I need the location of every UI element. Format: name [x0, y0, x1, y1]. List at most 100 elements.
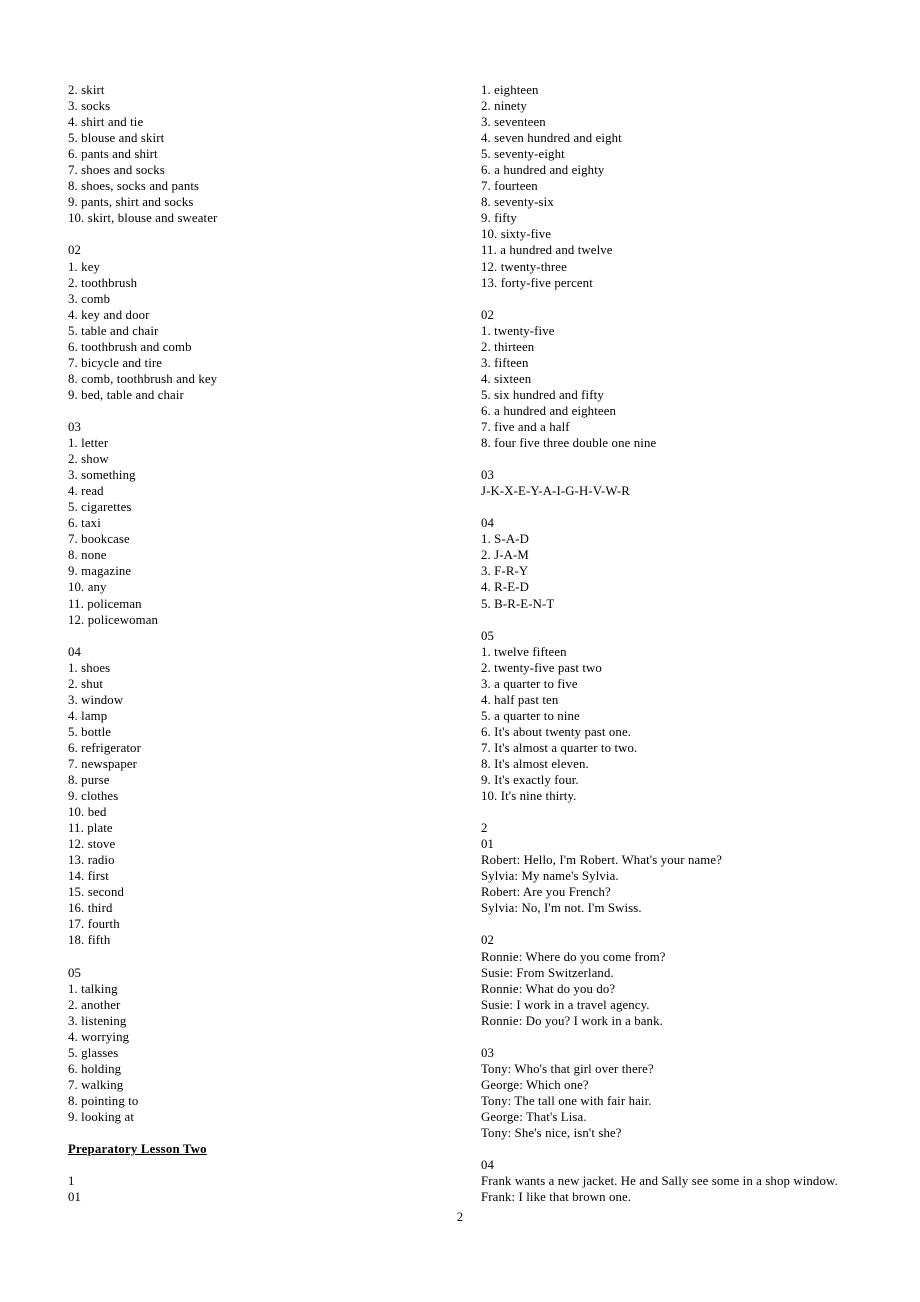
left-column-line: 7. bookcase: [68, 532, 130, 547]
right-column-line: George: Which one?: [481, 1077, 589, 1092]
right-column-line: 5. B-R-E-N-T: [481, 596, 555, 611]
right-column-line: 4. R-E-D: [481, 580, 529, 595]
right-column-line: 5. seventy-eight: [481, 147, 565, 162]
left-column-line: 2. toothbrush: [68, 275, 138, 290]
left-column-spacer: [68, 403, 463, 419]
right-column-line: 01: [481, 837, 495, 852]
right-column-spacer: [481, 612, 886, 628]
left-column-line: 12. policewoman: [68, 612, 159, 627]
left-column-line: 1. talking: [68, 981, 118, 996]
right-column-line: 04: [481, 516, 495, 531]
right-column-line: George: That's Lisa.: [481, 1110, 587, 1124]
right-column-line: Sylvia: No, I'm not. I'm Swiss.: [481, 901, 642, 916]
left-column-line: 10. skirt, blouse and sweater: [68, 211, 218, 226]
left-column-spacer: [68, 226, 463, 242]
right-text-column: 1. eighteen 2. ninety 3. seventeen 4. seven…: [481, 82, 886, 1205]
right-column-line: 7. It's almost a quarter to two.: [481, 740, 638, 755]
left-column-line: 7. newspaper: [68, 756, 138, 771]
left-column-line: 4. key and door: [68, 307, 150, 322]
right-column-line: 13. forty-five percent: [481, 275, 593, 290]
right-column-line: Tony: She's nice, isn't she?: [481, 1126, 622, 1141]
right-column-line: 5. six hundred and fifty: [481, 387, 604, 402]
left-column-line: 15. second: [68, 885, 125, 900]
left-column-line: 3. something: [68, 468, 136, 483]
right-column-line: 2. thirteen: [481, 339, 535, 354]
right-column-line: Frank: I like that brown one.: [481, 1190, 632, 1205]
left-column-line: 13. radio: [68, 853, 115, 868]
left-column-line: 14. first: [68, 869, 109, 884]
left-column-line: 2. skirt: [68, 83, 105, 97]
right-column-line: Susie: From Switzerland.: [481, 965, 614, 980]
right-column-line: Ronnie: Where do you come from?: [481, 949, 666, 964]
left-column-line: 5. glasses: [68, 1045, 119, 1060]
right-column-spacer: [481, 499, 886, 515]
right-column-line: 3. a quarter to five: [481, 676, 578, 691]
right-column-line: 2. J-A-M: [481, 548, 529, 563]
left-column-line: 9. pants, shirt and socks: [68, 195, 194, 210]
right-column-line: Robert: Are you French?: [481, 885, 611, 900]
left-column-line: 2. show: [68, 452, 109, 467]
left-column-line: 7. shoes and socks: [68, 163, 165, 178]
right-column-line: 03: [481, 1045, 495, 1060]
left-column-spacer: [68, 949, 463, 965]
left-column-line: 05: [68, 965, 82, 980]
right-column-line: Ronnie: Do you? I work in a bank.: [481, 1013, 663, 1028]
left-column-line: 3. listening: [68, 1013, 127, 1028]
left-column-spacer: [68, 628, 463, 644]
right-column-line: 3. F-R-Y: [481, 564, 529, 579]
right-column-line: 04: [481, 1158, 495, 1173]
left-column-line: 01: [68, 1190, 82, 1205]
right-column-line: 6. It's about twenty past one.: [481, 724, 632, 739]
left-column-line: 11. policeman: [68, 596, 142, 611]
left-column-line: 1. letter: [68, 436, 109, 451]
right-column-line: 1. S-A-D: [481, 532, 529, 547]
right-column-line: 6. a hundred and eighty: [481, 163, 605, 178]
right-column-line: Sylvia: My name's Sylvia.: [481, 869, 619, 884]
left-column-line: 02: [68, 243, 82, 258]
right-column-line: 2. twenty-five past two: [481, 660, 602, 675]
left-column-line: 2. another: [68, 997, 121, 1012]
right-column-spacer: [481, 916, 886, 932]
right-column-line: 5. a quarter to nine: [481, 708, 580, 723]
left-column-line: 11. plate: [68, 821, 113, 836]
right-column-line: 1. twenty-five: [481, 323, 555, 338]
left-column-line: 3. window: [68, 692, 124, 707]
right-column-line: 4. seven hundred and eight: [481, 131, 622, 146]
left-column-line: 6. pants and shirt: [68, 147, 158, 162]
left-column-line: 5. table and chair: [68, 323, 159, 338]
left-column-line: 8. purse: [68, 773, 110, 788]
left-column-line: 8. comb, toothbrush and key: [68, 371, 218, 386]
right-column-line: 1. eighteen: [481, 83, 539, 97]
left-column-line: 3. socks: [68, 99, 111, 114]
left-column-line: 9. bed, table and chair: [68, 387, 184, 402]
right-column-spacer: [481, 291, 886, 307]
right-column-line: 7. fourteen: [481, 179, 538, 194]
left-column-line: 12. stove: [68, 837, 116, 852]
left-text-column: 2. skirt 3. socks 4. shirt and tie 5. blous…: [68, 82, 463, 1205]
right-column-line: 8. four five three double one nine: [481, 436, 657, 451]
right-column-line: 05: [481, 628, 495, 643]
left-column-line: 6. refrigerator: [68, 740, 141, 755]
right-column-spacer: [481, 451, 886, 467]
left-column-line: 10. bed: [68, 805, 107, 820]
left-column-spacer: [68, 1157, 463, 1173]
left-column-line: 3. comb: [68, 291, 111, 306]
right-column-line: 7. five and a half: [481, 419, 570, 434]
left-column-line: 4. read: [68, 484, 104, 499]
left-column-line: 1: [68, 1174, 75, 1189]
right-column-line: 8. It's almost eleven.: [481, 756, 589, 771]
right-column-spacer: [481, 804, 886, 820]
left-column-line: 4. lamp: [68, 708, 108, 723]
right-column-line: Frank wants a new jacket. He and Sally s…: [481, 1174, 838, 1189]
right-column-line: J-K-X-E-Y-A-I-G-H-V-W-R: [481, 484, 630, 499]
right-column-line: 2. ninety: [481, 99, 527, 114]
right-column-line: 12. twenty-three: [481, 259, 567, 274]
left-column-line: 10. any: [68, 580, 107, 595]
left-column-line: 9. magazine: [68, 564, 132, 579]
right-column-line: 1. twelve fifteen: [481, 644, 567, 659]
left-column-line: 1. shoes: [68, 660, 111, 675]
right-column-spacer: [481, 1141, 886, 1157]
right-column-line: 3. seventeen: [481, 115, 546, 130]
right-column-line: 6. a hundred and eighteen: [481, 403, 617, 418]
section-heading: Preparatory Lesson Two: [68, 1142, 207, 1157]
